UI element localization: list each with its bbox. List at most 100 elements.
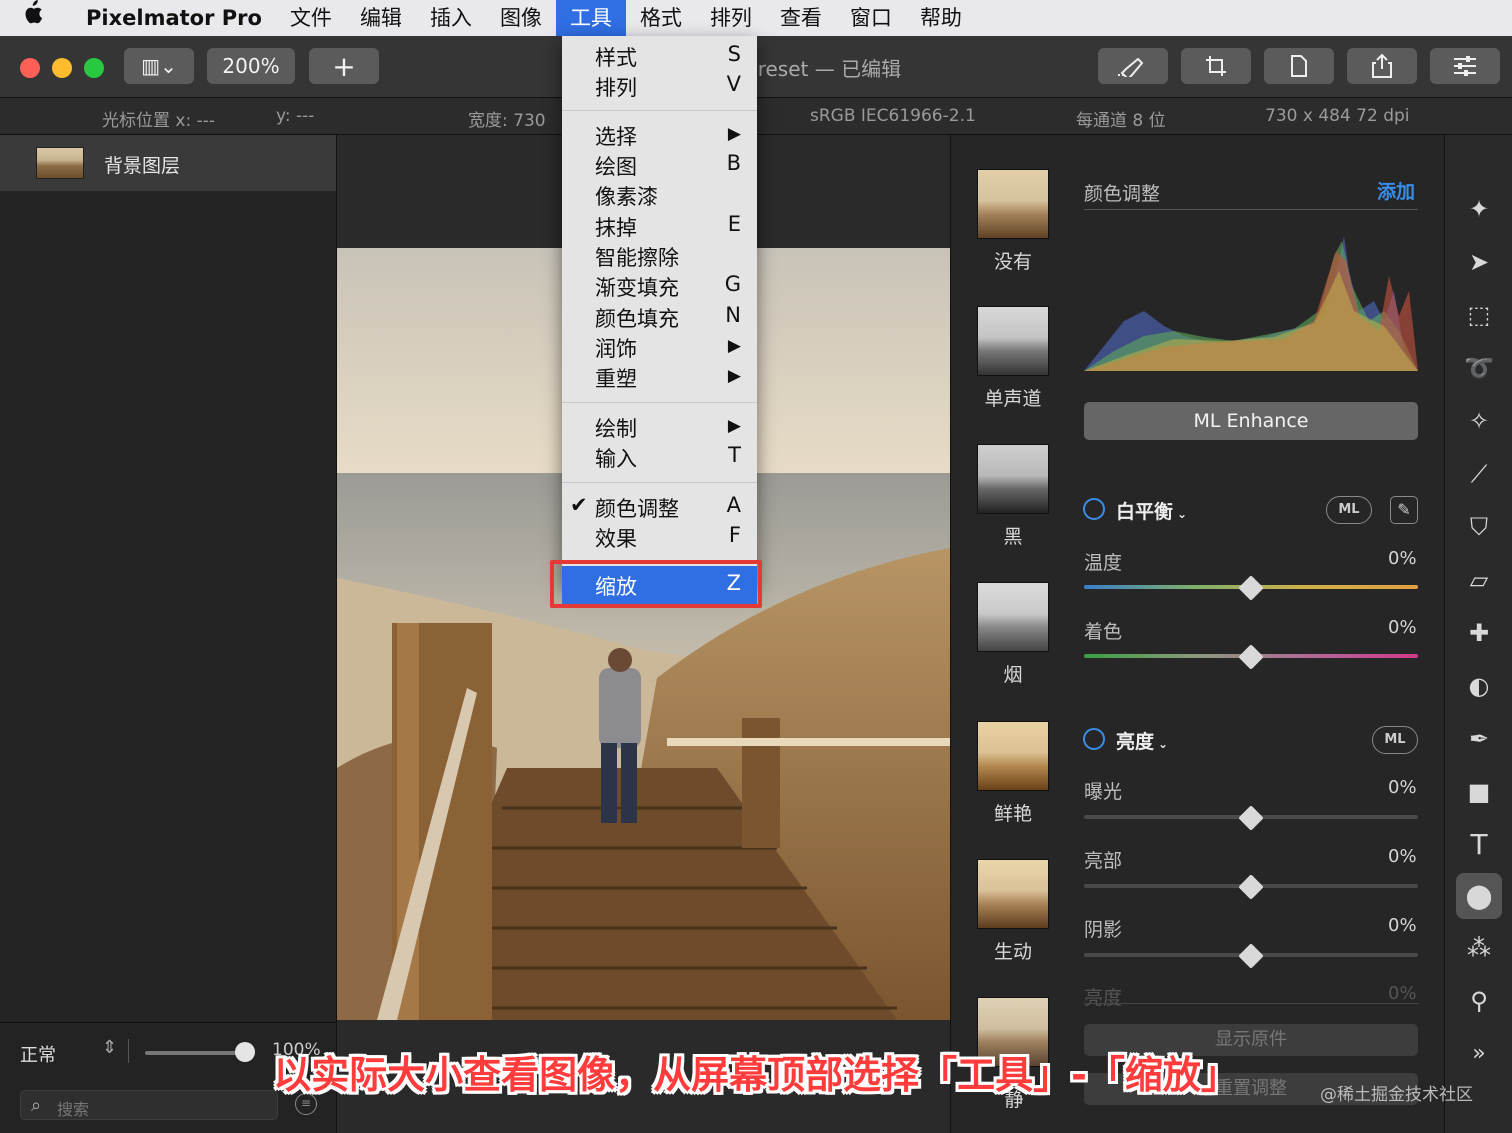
zoom-level-button[interactable]: 200%	[207, 48, 295, 84]
temperature-value: 0%	[1388, 548, 1417, 569]
layer-name: 背景图层	[104, 155, 181, 177]
tools-sidebar: ✦ ➤ ⬚ ➰ ✧ ⟋ ⛉ ▱ ✚ ◐ ✒ ■ T ⬤ ⁂ ⚲ »	[1444, 135, 1512, 1133]
menu-item-style[interactable]: 样式 S	[562, 41, 757, 71]
document-title: preset — 已编辑	[745, 57, 902, 81]
menu-image[interactable]: 图像	[486, 0, 556, 36]
menu-item-draw[interactable]: 绘制 ▶	[562, 412, 757, 442]
selection-rect-icon[interactable]: ⬚	[1459, 295, 1499, 335]
lasso-icon[interactable]: ➰	[1459, 348, 1499, 388]
menu-item-color-fill[interactable]: 颜色填充 N	[562, 302, 757, 332]
preset-smoke[interactable]: 烟	[977, 582, 1049, 687]
menu-window[interactable]: 窗口	[836, 0, 906, 36]
exposure-label: 曝光	[1084, 781, 1123, 803]
minimize-window-button[interactable]	[52, 58, 72, 78]
menu-item-arrange[interactable]: 排列 V	[562, 71, 757, 101]
preset-vivid[interactable]: 鲜艳	[977, 721, 1049, 826]
menu-format[interactable]: 格式	[626, 0, 696, 36]
menu-item-pixel-paint[interactable]: 像素漆	[562, 180, 757, 210]
paint-brush-button[interactable]	[1098, 48, 1168, 84]
crop-button[interactable]	[1181, 48, 1251, 84]
menu-item-effects[interactable]: 效果 F	[562, 522, 757, 552]
ml-enhance-button[interactable]: ML Enhance	[1084, 402, 1418, 440]
menu-item-type[interactable]: 输入 T	[562, 442, 757, 472]
format-button[interactable]	[1264, 48, 1334, 84]
add-adjustment-link[interactable]: 添加	[1377, 177, 1415, 204]
exposure-slider-knob[interactable]	[1238, 805, 1264, 831]
paint-bucket-icon[interactable]: ⛉	[1459, 507, 1499, 547]
preset-label: 单声道	[984, 388, 1042, 410]
menu-item-gradient-fill[interactable]: 渐变填充 G	[562, 271, 757, 301]
app-name-menu[interactable]: Pixelmator Pro	[64, 0, 276, 36]
menu-item-retouch[interactable]: 润饰 ▶	[562, 332, 757, 362]
layer-row[interactable]: 背景图层	[0, 135, 336, 191]
menu-edit[interactable]: 编辑	[346, 0, 416, 36]
menu-item-paint[interactable]: 绘图 B	[562, 150, 757, 180]
adjustments-button[interactable]	[1430, 48, 1500, 84]
brightness-value: 0%	[1388, 983, 1417, 1004]
menu-item-smart-erase[interactable]: 智能擦除	[562, 241, 757, 271]
tint-slider-knob[interactable]	[1238, 644, 1264, 670]
temperature-slider-knob[interactable]	[1238, 575, 1264, 601]
preset-none[interactable]: 没有	[977, 169, 1049, 274]
color-adjustments-panel: 颜色调整 添加 ML Enhance 白平衡 ⌄ ML ✎ 温度 0% 着色 0%…	[1074, 135, 1444, 1133]
white-balance-toggle[interactable]	[1083, 498, 1105, 520]
white-balance-title[interactable]: 白平衡 ⌄	[1116, 497, 1187, 524]
menu-item-erase[interactable]: 抹掉 E	[562, 211, 757, 241]
highlights-value: 0%	[1388, 846, 1417, 867]
shadows-slider-knob[interactable]	[1238, 943, 1264, 969]
style-tool-icon[interactable]: ✦	[1459, 189, 1499, 229]
layers-panel: 背景图层 正常 ⇕ 100% ⌕ 搜索 ≡	[0, 135, 337, 1133]
preset-label: 黑	[1003, 526, 1023, 548]
share-button[interactable]	[1347, 48, 1417, 84]
menu-help[interactable]: 帮助	[906, 0, 976, 36]
menu-item-distort[interactable]: 重塑 ▶	[562, 362, 757, 392]
lightness-toggle[interactable]	[1083, 728, 1105, 750]
lightness-title[interactable]: 亮度 ⌄	[1116, 727, 1168, 754]
exposure-value: 0%	[1388, 777, 1417, 798]
menu-view[interactable]: 查看	[766, 0, 836, 36]
sidebar-toggle-button[interactable]: ▥⌄	[124, 48, 194, 84]
menu-item-color-adjust[interactable]: ✔ 颜色调整 A	[562, 492, 757, 522]
close-window-button[interactable]	[20, 58, 40, 78]
menu-separator	[562, 110, 757, 111]
preset-label: 鲜艳	[993, 803, 1032, 825]
highlights-slider-knob[interactable]	[1238, 874, 1264, 900]
magic-wand-icon[interactable]: ✧	[1459, 401, 1499, 441]
preset-thumbnail	[977, 721, 1049, 791]
preset-black[interactable]: 黑	[977, 444, 1049, 549]
add-button[interactable]: +	[309, 48, 379, 84]
shape-icon[interactable]: ■	[1459, 772, 1499, 812]
warp-icon[interactable]: ◐	[1459, 666, 1499, 706]
menu-item-select[interactable]: 选择 ▶	[562, 120, 757, 150]
preset-thumbnail	[977, 444, 1049, 514]
menu-insert[interactable]: 插入	[416, 0, 486, 36]
tint-label: 着色	[1084, 621, 1123, 643]
menubar: Pixelmator Pro 文件 编辑 插入 图像 工具 格式 排列 查看 窗…	[0, 0, 1512, 36]
menu-arrange[interactable]: 排列	[696, 0, 766, 36]
lightness-ml-button[interactable]: ML	[1372, 726, 1418, 754]
preset-lively[interactable]: 生动	[977, 859, 1049, 964]
eraser-icon[interactable]: ▱	[1459, 560, 1499, 600]
menu-file[interactable]: 文件	[276, 0, 346, 36]
bandage-icon[interactable]: ✚	[1459, 613, 1499, 653]
arrange-pointer-icon[interactable]: ➤	[1459, 242, 1499, 282]
histogram	[1084, 231, 1418, 377]
pen-icon[interactable]: ✒	[1459, 719, 1499, 759]
apple-icon[interactable]	[0, 0, 64, 36]
color-profile-readout: sRGB IEC61966-2.1	[810, 106, 976, 126]
tools-dropdown-menu: 样式 S 排列 V 选择 ▶ 绘图 B 像素漆 抹掉 E 智能擦除 渐变填充 G 颜色填充 N…	[562, 36, 757, 586]
brush-icon	[1118, 57, 1144, 77]
preset-label: 烟	[1003, 664, 1023, 686]
type-icon[interactable]: T	[1459, 825, 1499, 865]
dimensions-readout: 730 x 484 72 dpi	[1265, 106, 1410, 126]
paint-brush-icon[interactable]: ⟋	[1459, 454, 1499, 494]
panel-title: 颜色调整	[1084, 183, 1161, 205]
color-adjust-icon[interactable]: ⬤	[1456, 873, 1502, 919]
zoom-window-button[interactable]	[84, 58, 104, 78]
menu-tools[interactable]: 工具	[555, 0, 626, 36]
preset-mono[interactable]: 单声道	[977, 306, 1049, 411]
zoom-icon[interactable]: ⚲	[1459, 981, 1499, 1021]
effects-icon[interactable]: ⁂	[1459, 928, 1499, 968]
white-balance-ml-button[interactable]: ML	[1326, 496, 1372, 524]
eyedropper-icon[interactable]: ✎	[1390, 496, 1418, 524]
